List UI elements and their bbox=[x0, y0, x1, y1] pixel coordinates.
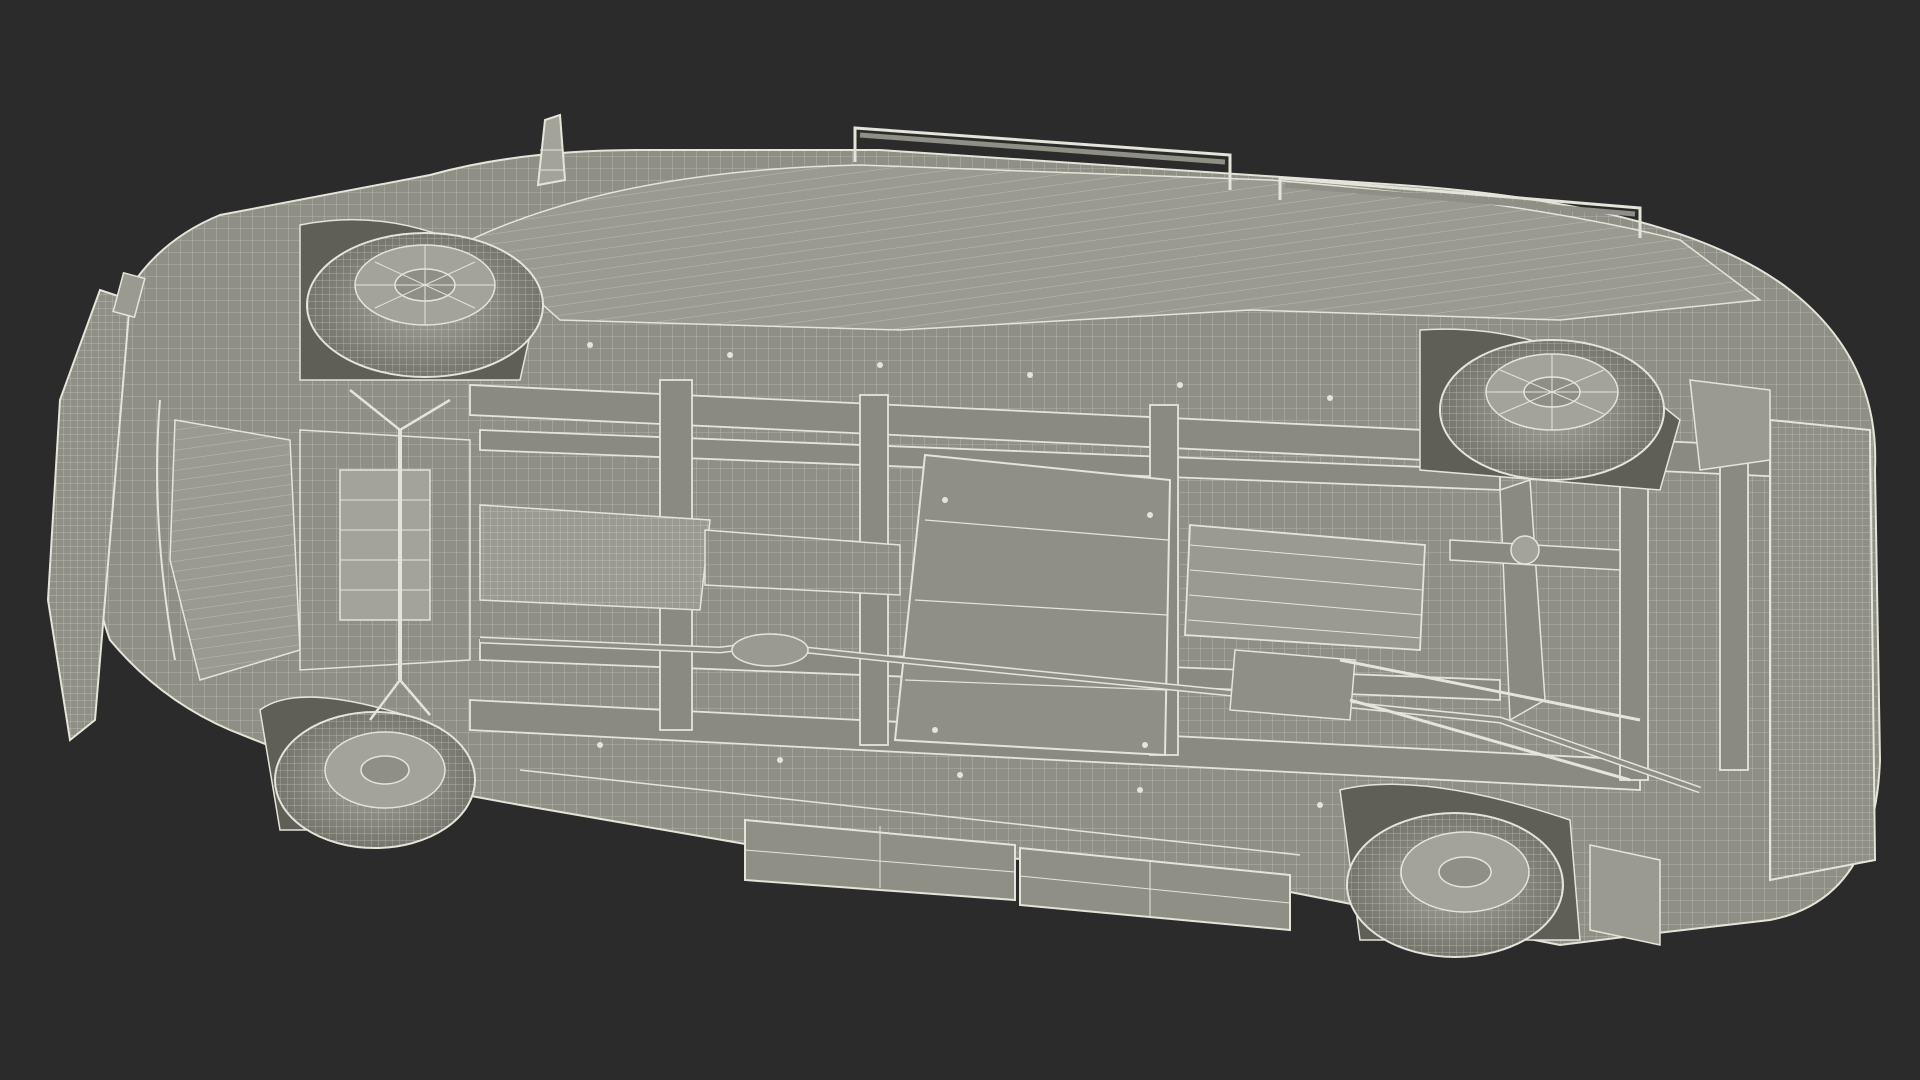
side-mirror bbox=[536, 113, 567, 187]
wheel-front-top bbox=[306, 232, 544, 378]
center-floor-plate bbox=[893, 453, 1172, 757]
render-canvas bbox=[0, 0, 1920, 1080]
engine-bay bbox=[169, 419, 471, 681]
wheel-rear-top bbox=[1439, 339, 1665, 481]
van-underside-render bbox=[46, 113, 1882, 958]
wheel-rear-bottom bbox=[1346, 812, 1564, 958]
wheel-front-bottom bbox=[274, 711, 476, 849]
